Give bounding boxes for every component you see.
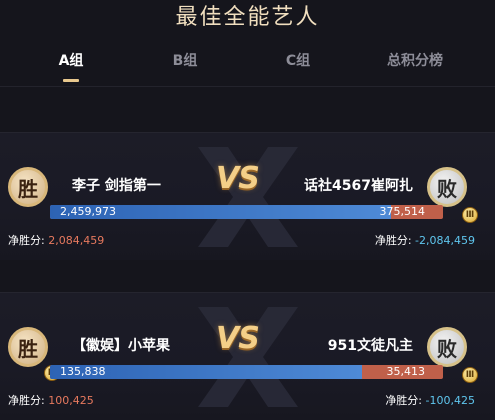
net-score-value: -100,425 [425, 394, 475, 407]
tab-group-b[interactable]: B组 [140, 46, 230, 76]
left-contestant-name[interactable]: 【徽娱】小苹果 [72, 335, 170, 355]
crossed-swords-icon [188, 137, 308, 257]
right-vote-count: 35,413 [386, 365, 426, 378]
vs-label: VS [216, 161, 260, 196]
coin-icon: Ⅲ [462, 207, 478, 223]
match-card: 胜 李子 剑指第一 VS 话社4567崔阿扎 败 Ⅲ 2,459,973 375… [0, 132, 495, 260]
loser-badge: 败 [427, 327, 467, 367]
vs-label: VS [216, 321, 260, 356]
winner-badge: 胜 [8, 167, 48, 207]
right-vote-count: 375,514 [379, 205, 426, 218]
tab-group-a[interactable]: A组 [26, 46, 116, 76]
net-score-value: 100,425 [48, 394, 94, 407]
left-vote-count: 2,459,973 [60, 205, 116, 218]
net-score-value: -2,084,459 [415, 234, 475, 247]
net-score-label: 净胜分: [385, 394, 423, 407]
vote-bar: 2,459,973 375,514 [50, 205, 443, 219]
left-vote-count: 135,838 [60, 365, 106, 378]
tab-total-ranking[interactable]: 总积分榜 [370, 46, 460, 76]
loser-badge: 败 [427, 167, 467, 207]
crossed-swords-icon [188, 297, 308, 417]
tab-group-c[interactable]: C组 [253, 46, 343, 76]
right-contestant-name[interactable]: 话社4567崔阿扎 [304, 175, 413, 195]
left-net-score: 净胜分: 2,084,459 [8, 232, 104, 248]
net-score-label: 净胜分: [8, 234, 45, 247]
group-tabs: A组 B组 C组 总积分榜 [0, 46, 495, 82]
coin-icon: Ⅲ [462, 367, 478, 383]
right-net-score: 净胜分: -2,084,459 [375, 232, 475, 248]
page-title: 最佳全能艺人 [175, 5, 320, 30]
right-net-score: 净胜分: -100,425 [385, 392, 475, 408]
left-net-score: 净胜分: 100,425 [8, 392, 94, 408]
left-contestant-name[interactable]: 李子 剑指第一 [72, 175, 161, 195]
net-score-label: 净胜分: [374, 234, 412, 247]
tabs-divider [0, 86, 495, 87]
active-tab-indicator [63, 79, 79, 82]
net-score-value: 2,084,459 [48, 234, 105, 247]
match-card: 胜 Ⅲ 【徽娱】小苹果 VS 951文徒凡主 败 Ⅲ 135,838 35,41… [0, 292, 495, 420]
right-contestant-name[interactable]: 951文徒凡主 [328, 335, 413, 355]
net-score-label: 净胜分: [8, 394, 45, 407]
winner-badge: 胜 [8, 327, 48, 367]
vote-bar: 135,838 35,413 [50, 365, 443, 379]
